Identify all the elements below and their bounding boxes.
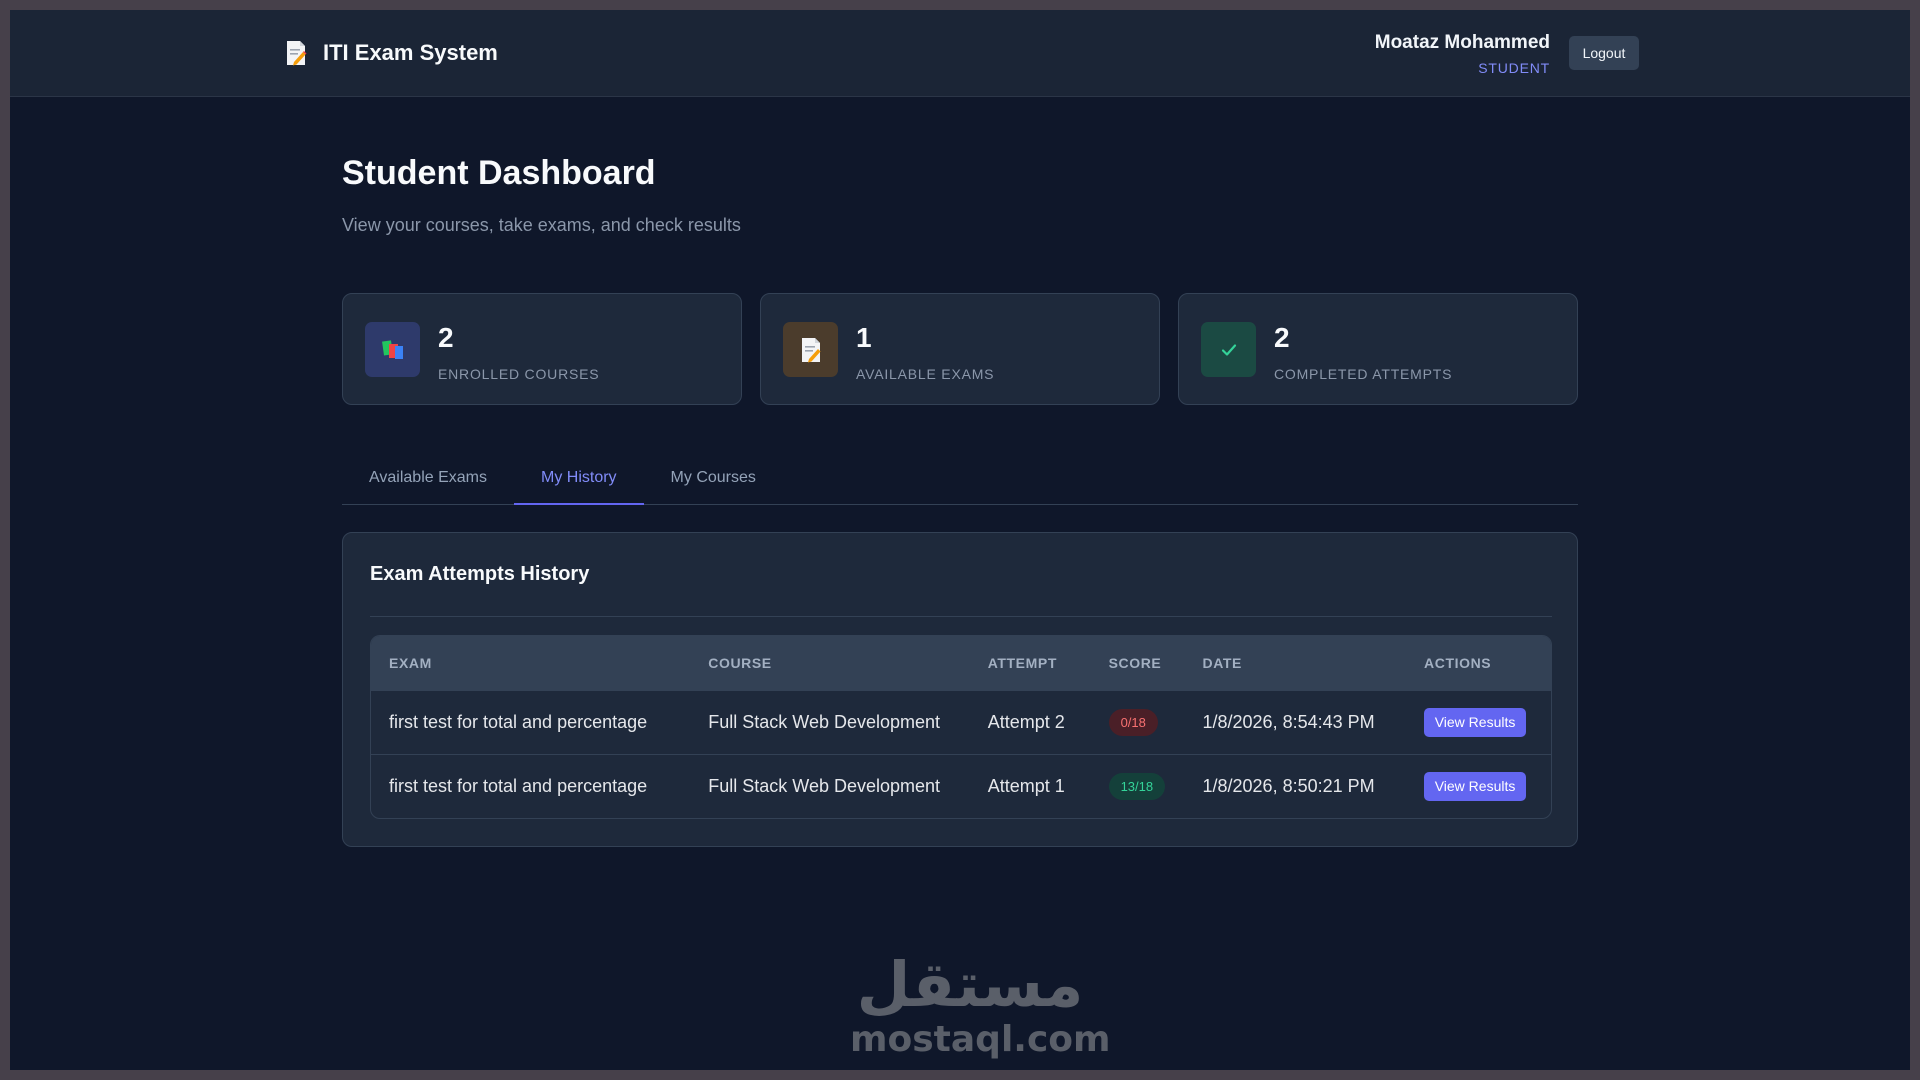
score-cell: 13/18 bbox=[1091, 754, 1185, 818]
table-row: first test for total and percentage Full… bbox=[371, 690, 1551, 754]
check-icon bbox=[1201, 322, 1256, 377]
exam-cell: first test for total and percentage bbox=[389, 775, 648, 796]
stat-value: 1 bbox=[856, 322, 872, 353]
score-badge: 13/18 bbox=[1108, 772, 1166, 800]
user-name: Moataz Mohammed bbox=[1374, 32, 1550, 53]
score-cell: 0/18 bbox=[1091, 690, 1185, 754]
column-header-exam: EXAM bbox=[389, 654, 432, 671]
stat-card-completed-attempts: 2 COMPLETED ATTEMPTS bbox=[1178, 293, 1578, 405]
table-row: first test for total and percentage Full… bbox=[371, 754, 1551, 818]
actions-cell: View Results bbox=[1406, 690, 1551, 754]
watermark: مستقل mostaql.com bbox=[850, 948, 1111, 1060]
brand[interactable]: ITI Exam System bbox=[285, 40, 498, 66]
attempt-cell: Attempt 1 bbox=[987, 775, 1065, 796]
column-header-date: DATE bbox=[1202, 654, 1242, 671]
attempt-cell: Attempt 2 bbox=[987, 711, 1065, 732]
course-cell: Full Stack Web Development bbox=[708, 775, 941, 796]
actions-cell: View Results bbox=[1406, 754, 1551, 818]
history-table-container: EXAM COURSE ATTEMPT SCORE DATE ACTIONS f… bbox=[370, 635, 1552, 819]
page-title: Student Dashboard bbox=[342, 154, 656, 192]
app-window: ITI Exam System Moataz Mohammed STUDENT … bbox=[10, 10, 1910, 1070]
tab-my-courses[interactable]: My Courses bbox=[644, 455, 783, 505]
exam-cell: first test for total and percentage bbox=[389, 711, 648, 732]
stat-value: 2 bbox=[438, 322, 454, 353]
memo-icon bbox=[287, 41, 307, 66]
watermark-arabic: مستقل bbox=[856, 948, 1084, 1021]
column-header-score: SCORE bbox=[1108, 654, 1162, 671]
score-badge: 0/18 bbox=[1108, 708, 1158, 736]
column-header-actions: ACTIONS bbox=[1424, 654, 1492, 671]
books-icon bbox=[365, 322, 420, 377]
date-cell: 1/8/2026, 8:50:21 PM bbox=[1202, 775, 1375, 796]
stat-value: 2 bbox=[1274, 322, 1290, 353]
column-header-course: COURSE bbox=[708, 654, 772, 671]
history-panel: Exam Attempts History EXAM COURSE ATTEMP… bbox=[342, 532, 1578, 847]
stat-label: ENROLLED COURSES bbox=[438, 366, 600, 382]
dashboard-tabs: Available Exams My History My Courses bbox=[342, 455, 1578, 505]
logout-button[interactable]: Logout bbox=[1569, 36, 1639, 70]
tab-available-exams[interactable]: Available Exams bbox=[342, 455, 514, 505]
tab-my-history[interactable]: My History bbox=[513, 455, 644, 505]
user-role: STUDENT bbox=[1478, 60, 1550, 76]
user-info: Moataz Mohammed STUDENT bbox=[1375, 32, 1550, 76]
watermark-latin: mostaql.com bbox=[850, 1019, 1111, 1060]
table-header-row: EXAM COURSE ATTEMPT SCORE DATE ACTIONS bbox=[371, 636, 1551, 690]
stats-row: 2 ENROLLED COURSES 1 AVAILABLE EXAMS 2 C… bbox=[342, 293, 1578, 405]
divider bbox=[370, 616, 1552, 617]
view-results-button[interactable]: View Results bbox=[1424, 707, 1527, 737]
course-cell: Full Stack Web Development bbox=[708, 711, 941, 732]
stat-label: COMPLETED ATTEMPTS bbox=[1274, 366, 1453, 382]
stat-card-available-exams: 1 AVAILABLE EXAMS bbox=[760, 293, 1160, 405]
top-navbar: ITI Exam System Moataz Mohammed STUDENT … bbox=[10, 10, 1910, 97]
view-results-button[interactable]: View Results bbox=[1424, 771, 1527, 801]
stat-label: AVAILABLE EXAMS bbox=[856, 366, 995, 382]
app-title: ITI Exam System bbox=[323, 40, 498, 65]
memo-icon bbox=[783, 322, 838, 377]
history-table: EXAM COURSE ATTEMPT SCORE DATE ACTIONS f… bbox=[371, 636, 1551, 818]
date-cell: 1/8/2026, 8:54:43 PM bbox=[1202, 711, 1375, 732]
page-subtitle: View your courses, take exams, and check… bbox=[342, 215, 741, 235]
panel-title: Exam Attempts History bbox=[370, 563, 590, 585]
stat-card-enrolled-courses: 2 ENROLLED COURSES bbox=[342, 293, 742, 405]
column-header-attempt: ATTEMPT bbox=[987, 654, 1057, 671]
